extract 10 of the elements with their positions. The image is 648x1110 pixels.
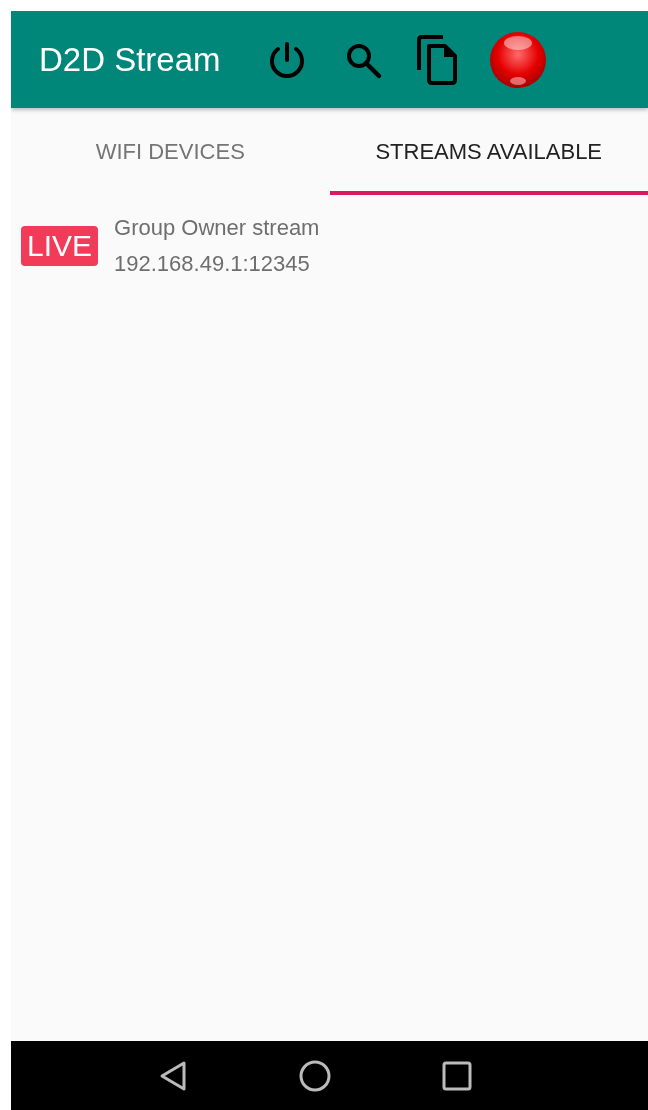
tab[interactable]: WIFI DEVICES [11, 108, 330, 195]
copy-icon[interactable] [414, 33, 459, 86]
tab[interactable]: STREAMS AVAILABLE [329, 108, 648, 195]
live-badge: LIVE [21, 226, 99, 266]
record-indicator-icon[interactable] [488, 30, 547, 89]
stream-name[interactable]: Group Owner stream [114, 215, 320, 241]
home-icon[interactable] [297, 1058, 332, 1093]
overview-icon[interactable] [441, 1060, 472, 1091]
app-title: D2D Stream [39, 40, 221, 79]
stream-address: 192.168.49.1:12345 [114, 251, 311, 277]
